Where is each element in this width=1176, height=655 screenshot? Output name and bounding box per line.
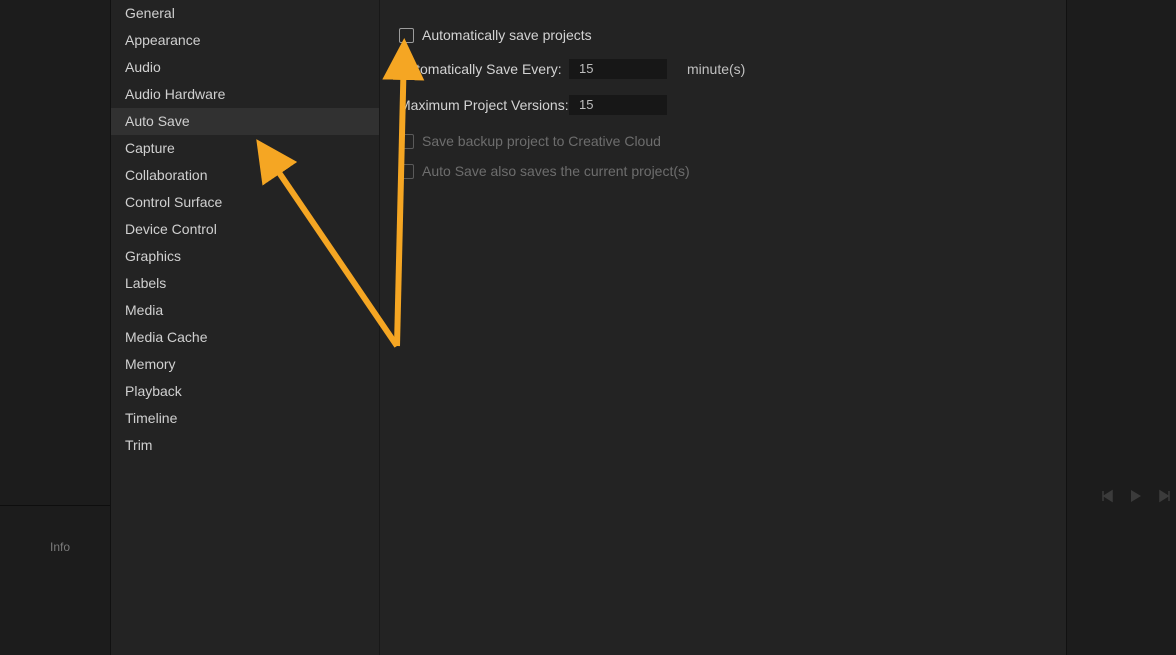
max-versions-row: Maximum Project Versions: 15 [399, 94, 667, 116]
step-forward-icon [1158, 489, 1172, 508]
save-every-input[interactable]: 15 [569, 59, 667, 79]
backup-cloud-checkbox[interactable] [399, 134, 414, 149]
sidebar-item-audio-hardware[interactable]: Audio Hardware [111, 81, 379, 108]
sidebar-item-media[interactable]: Media [111, 297, 379, 324]
sidebar-item-auto-save[interactable]: Auto Save [111, 108, 379, 135]
sidebar-item-memory[interactable]: Memory [111, 351, 379, 378]
sidebar-item-general[interactable]: General [111, 0, 379, 27]
sidebar-item-media-cache[interactable]: Media Cache [111, 324, 379, 351]
sidebar-item-timeline[interactable]: Timeline [111, 405, 379, 432]
sidebar-item-device-control[interactable]: Device Control [111, 216, 379, 243]
play-icon [1128, 488, 1144, 509]
sidebar-item-appearance[interactable]: Appearance [111, 27, 379, 54]
also-save-current-label: Auto Save also saves the current project… [422, 164, 690, 178]
step-back-icon [1100, 489, 1114, 508]
save-every-label: Automatically Save Every: [399, 61, 569, 77]
preferences-content: Automatically save projects Automaticall… [379, 0, 1066, 655]
also-save-current-row: Auto Save also saves the current project… [399, 160, 690, 182]
max-versions-label: Maximum Project Versions: [399, 97, 569, 113]
playback-controls-background [1100, 488, 1176, 509]
sidebar-item-control-surface[interactable]: Control Surface [111, 189, 379, 216]
backup-cloud-label: Save backup project to Creative Cloud [422, 134, 661, 148]
auto-save-checkbox-label: Automatically save projects [422, 28, 592, 42]
preferences-sidebar: General Appearance Audio Audio Hardware … [111, 0, 380, 655]
save-every-row: Automatically Save Every: 15 minute(s) [399, 58, 745, 80]
save-every-unit: minute(s) [687, 61, 745, 77]
sidebar-item-capture[interactable]: Capture [111, 135, 379, 162]
sidebar-item-collaboration[interactable]: Collaboration [111, 162, 379, 189]
sidebar-item-trim[interactable]: Trim [111, 432, 379, 459]
also-save-current-checkbox[interactable] [399, 164, 414, 179]
info-tab-background: Info [50, 540, 70, 554]
backup-cloud-row: Save backup project to Creative Cloud [399, 130, 661, 152]
background-divider [0, 505, 110, 506]
auto-save-checkbox[interactable] [399, 28, 414, 43]
sidebar-item-audio[interactable]: Audio [111, 54, 379, 81]
auto-save-row: Automatically save projects [399, 24, 592, 46]
max-versions-input[interactable]: 15 [569, 95, 667, 115]
preferences-dialog: General Appearance Audio Audio Hardware … [110, 0, 1067, 655]
sidebar-item-playback[interactable]: Playback [111, 378, 379, 405]
sidebar-item-graphics[interactable]: Graphics [111, 243, 379, 270]
sidebar-item-labels[interactable]: Labels [111, 270, 379, 297]
